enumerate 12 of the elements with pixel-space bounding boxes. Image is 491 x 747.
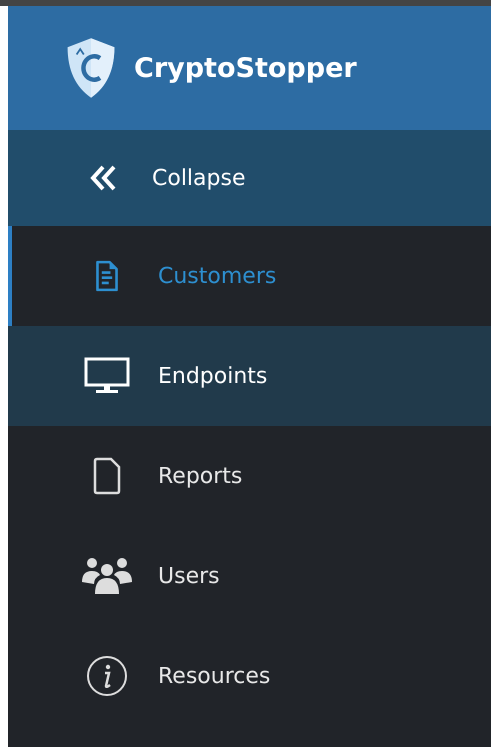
file-icon <box>92 457 122 495</box>
info-icon <box>86 655 128 697</box>
double-chevron-left-icon <box>88 163 118 193</box>
document-icon <box>94 258 120 294</box>
nav-item[interactable]: Reports <box>8 426 491 526</box>
brand-name: CryptoStopper <box>134 52 357 84</box>
monitor-icon <box>84 357 130 395</box>
users-icon <box>80 556 134 596</box>
nav-item[interactable]: Endpoints <box>8 326 491 426</box>
nav-item[interactable]: Users <box>8 526 491 626</box>
nav-item[interactable]: Resources <box>8 626 491 726</box>
collapse-button[interactable]: Collapse <box>8 130 491 226</box>
